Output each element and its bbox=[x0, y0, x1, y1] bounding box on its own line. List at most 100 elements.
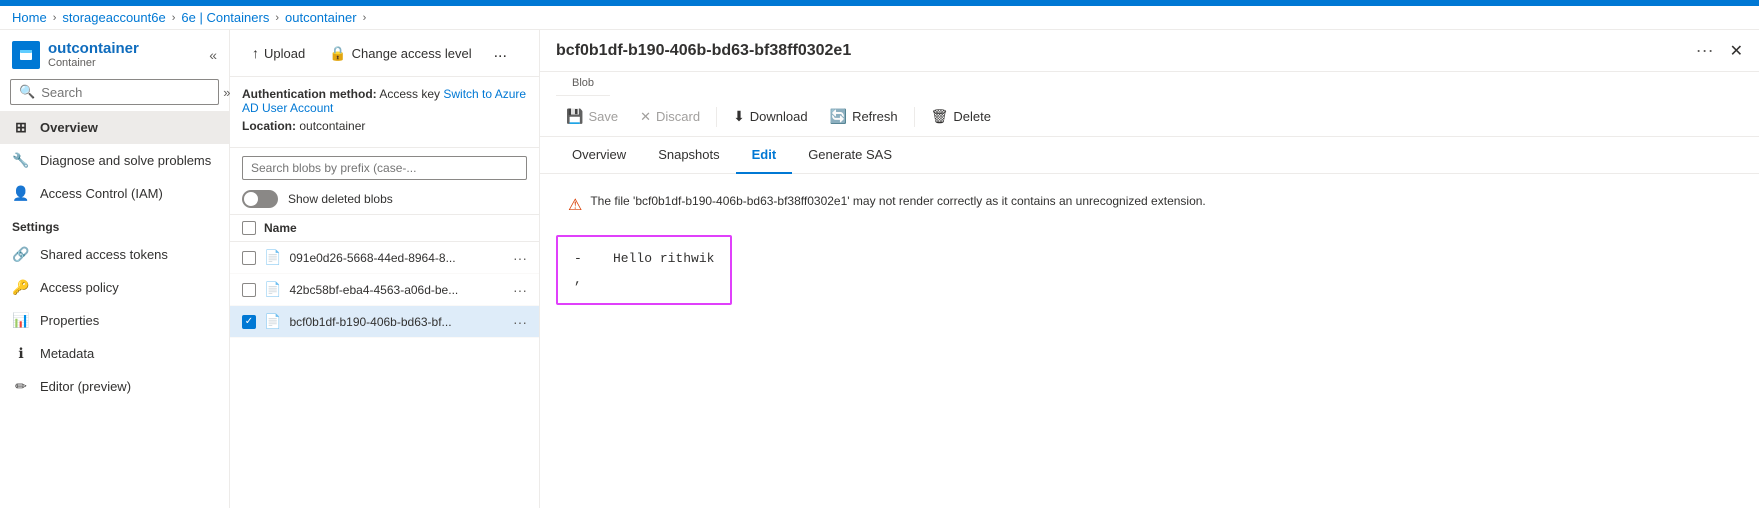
delete-label: Delete bbox=[953, 109, 991, 124]
sidebar-resource-title: outcontainer bbox=[48, 40, 139, 57]
breadcrumb-sep-3: › bbox=[275, 12, 279, 24]
sidebar-title-block: outcontainer Container bbox=[48, 40, 139, 69]
tab-snapshots[interactable]: Snapshots bbox=[642, 137, 735, 174]
editor-box[interactable]: - Hello rithwik, bbox=[556, 235, 732, 305]
right-more-button[interactable]: ··· bbox=[1696, 40, 1714, 61]
blob-search-box bbox=[242, 156, 527, 180]
editor-content[interactable]: - Hello rithwik, bbox=[574, 249, 714, 291]
auth-info-section: Authentication method: Access key Switch… bbox=[230, 77, 539, 148]
overview-icon: ⊞ bbox=[12, 119, 30, 136]
blob-file-icon-1: 📄 bbox=[264, 281, 281, 298]
breadcrumb-sep-1: › bbox=[53, 12, 57, 24]
upload-button[interactable]: ↑ Upload bbox=[242, 39, 315, 67]
sidebar-header: outcontainer Container « bbox=[0, 30, 229, 73]
upload-label: Upload bbox=[264, 46, 305, 61]
blob-checkbox-0[interactable] bbox=[242, 251, 256, 265]
sidebar-search-input[interactable] bbox=[41, 85, 217, 100]
right-header: bcf0b1df-b190-406b-bd63-bf38ff0302e1 ···… bbox=[540, 30, 1759, 72]
discard-button[interactable]: ✕ Discard bbox=[630, 104, 710, 130]
more-button[interactable]: ... bbox=[486, 38, 515, 68]
container-icon bbox=[12, 41, 40, 69]
blob-list-header: Name bbox=[230, 215, 539, 242]
sidebar-collapse-button[interactable]: « bbox=[209, 47, 217, 63]
blob-checkbox-1[interactable] bbox=[242, 283, 256, 297]
name-column-header: Name bbox=[264, 221, 297, 235]
right-pane-subtitle: Blob bbox=[556, 77, 610, 96]
sidebar-item-metadata[interactable]: ℹ Metadata bbox=[0, 337, 229, 370]
toggle-knob bbox=[244, 192, 258, 206]
sidebar-item-access-policy[interactable]: 🔑 Access policy bbox=[0, 271, 229, 304]
blob-more-1[interactable]: ··· bbox=[513, 282, 527, 298]
right-close-button[interactable]: ✕ bbox=[1730, 41, 1743, 61]
save-button[interactable]: 💾 Save bbox=[556, 103, 628, 130]
refresh-icon: 🔄 bbox=[830, 108, 847, 125]
breadcrumb-storage[interactable]: storageaccount6e bbox=[62, 10, 165, 25]
search-icon: 🔍 bbox=[19, 84, 35, 100]
right-toolbar: 💾 Save ✕ Discard ⬇ Download 🔄 Refresh 🗑 … bbox=[540, 97, 1759, 137]
breadcrumb-containers[interactable]: 6e | Containers bbox=[181, 10, 269, 25]
sidebar-item-access-control[interactable]: 👤 Access Control (IAM) bbox=[0, 177, 229, 210]
access-policy-icon: 🔑 bbox=[12, 279, 30, 296]
toolbar-divider-1 bbox=[716, 107, 717, 127]
middle-toolbar: ↑ Upload 🔒 Change access level ... bbox=[230, 30, 539, 77]
breadcrumb-sep-2: › bbox=[172, 12, 176, 24]
middle-pane: ↑ Upload 🔒 Change access level ... Authe… bbox=[230, 30, 540, 508]
save-icon: 💾 bbox=[566, 108, 583, 125]
sidebar-item-editor-label: Editor (preview) bbox=[40, 379, 131, 394]
blob-item-0[interactable]: 📄 091e0d26-5668-44ed-8964-8... ··· bbox=[230, 242, 539, 274]
sidebar-item-editor[interactable]: ✏ Editor (preview) bbox=[0, 370, 229, 403]
more-dots-label: ... bbox=[494, 44, 507, 62]
tab-edit[interactable]: Edit bbox=[736, 137, 793, 174]
sidebar-item-diagnose-label: Diagnose and solve problems bbox=[40, 153, 211, 168]
sidebar-item-shared-access-tokens[interactable]: 🔗 Shared access tokens bbox=[0, 238, 229, 271]
select-all-checkbox[interactable] bbox=[242, 221, 256, 235]
blob-item-1[interactable]: 📄 42bc58bf-eba4-4563-a06d-be... ··· bbox=[230, 274, 539, 306]
right-subtitle-row: Blob bbox=[540, 72, 1759, 97]
diagnose-icon: 🔧 bbox=[12, 152, 30, 169]
auth-location-value-text: outcontainer bbox=[299, 119, 365, 133]
delete-icon: 🗑 bbox=[931, 108, 949, 125]
blob-name-1: 42bc58bf-eba4-4563-a06d-be... bbox=[289, 283, 505, 297]
sidebar-search-box: 🔍 » bbox=[10, 79, 219, 105]
tab-generate-sas[interactable]: Generate SAS bbox=[792, 137, 908, 174]
blob-file-icon-0: 📄 bbox=[264, 249, 281, 266]
settings-section-label: Settings bbox=[0, 210, 229, 238]
warning-banner: ⚠ The file 'bcf0b1df-b190-406b-bd63-bf38… bbox=[556, 186, 1743, 223]
breadcrumb-outcontainer[interactable]: outcontainer bbox=[285, 10, 357, 25]
blob-search-input[interactable] bbox=[251, 161, 518, 175]
warning-icon: ⚠ bbox=[568, 195, 582, 215]
save-label: Save bbox=[588, 109, 618, 124]
discard-icon: ✕ bbox=[640, 109, 651, 125]
metadata-icon: ℹ bbox=[12, 345, 30, 362]
auth-location-label: Location: bbox=[242, 119, 296, 133]
sidebar-item-overview[interactable]: ⊞ Overview bbox=[0, 111, 229, 144]
right-pane-title: bcf0b1df-b190-406b-bd63-bf38ff0302e1 bbox=[556, 42, 1688, 60]
warning-text: The file 'bcf0b1df-b190-406b-bd63-bf38ff… bbox=[590, 194, 1205, 208]
download-button[interactable]: ⬇ Download bbox=[723, 103, 818, 130]
sidebar-item-diagnose[interactable]: 🔧 Diagnose and solve problems bbox=[0, 144, 229, 177]
blob-more-2[interactable]: ··· bbox=[513, 314, 527, 330]
show-deleted-toggle[interactable] bbox=[242, 190, 278, 208]
refresh-label: Refresh bbox=[852, 109, 898, 124]
sidebar-item-iam-label: Access Control (IAM) bbox=[40, 186, 163, 201]
auth-method-value-text: Access key bbox=[379, 87, 440, 101]
breadcrumb-home[interactable]: Home bbox=[12, 10, 47, 25]
blob-file-icon-2: 📄 bbox=[264, 313, 281, 330]
delete-button[interactable]: 🗑 Delete bbox=[921, 103, 1001, 130]
auth-method-row: Authentication method: Access key Switch… bbox=[242, 87, 527, 115]
change-access-button[interactable]: 🔒 Change access level bbox=[319, 39, 481, 68]
sidebar-item-meta-label: Metadata bbox=[40, 346, 94, 361]
right-tabs: Overview Snapshots Edit Generate SAS bbox=[540, 137, 1759, 174]
blob-item-2[interactable]: ✓ 📄 bcf0b1df-b190-406b-bd63-bf... ··· bbox=[230, 306, 539, 338]
upload-icon: ↑ bbox=[252, 45, 259, 61]
sidebar: outcontainer Container « 🔍 » ⊞ Overview … bbox=[0, 30, 230, 508]
sidebar-item-sat-label: Shared access tokens bbox=[40, 247, 168, 262]
download-label: Download bbox=[750, 109, 808, 124]
discard-label: Discard bbox=[656, 109, 700, 124]
blob-checkbox-2[interactable]: ✓ bbox=[242, 315, 256, 329]
refresh-button[interactable]: 🔄 Refresh bbox=[820, 103, 908, 130]
tab-overview[interactable]: Overview bbox=[556, 137, 642, 174]
right-pane: bcf0b1df-b190-406b-bd63-bf38ff0302e1 ···… bbox=[540, 30, 1759, 508]
blob-more-0[interactable]: ··· bbox=[513, 250, 527, 266]
sidebar-item-properties[interactable]: 📊 Properties bbox=[0, 304, 229, 337]
